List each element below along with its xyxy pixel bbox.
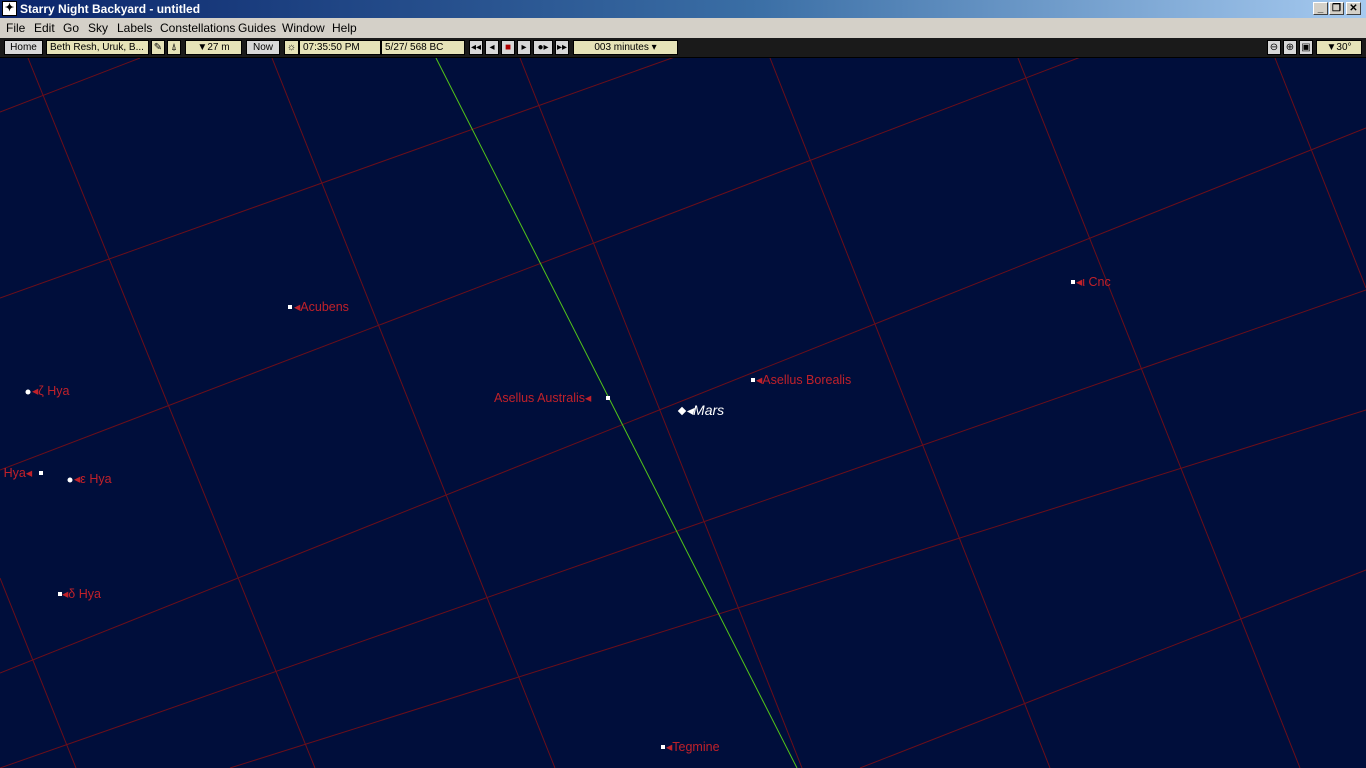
star-label-iota-cnc: ◂ι Cnc: [1076, 275, 1111, 289]
stop-icon[interactable]: ■: [501, 40, 515, 55]
sky-view[interactable]: ◂Acubens ◂ζ Hya ρ Hya◂ ◂ε Hya ◂δ Hya Ase…: [0, 58, 1366, 768]
grid-line: [0, 577, 77, 768]
star-label-zeta-hya: ◂ζ Hya: [32, 384, 70, 398]
elevation-field[interactable]: ▼27 m: [185, 40, 242, 55]
grid-line: [0, 58, 674, 299]
menu-file[interactable]: File: [6, 18, 25, 38]
ecliptic-line: [435, 58, 798, 768]
date-field[interactable]: 5/27/ 568 BC: [381, 40, 465, 55]
restore-button[interactable]: ❐: [1329, 2, 1344, 15]
star-label-delta-hya: ◂δ Hya: [62, 587, 101, 601]
star-asellus-borealis[interactable]: [751, 378, 755, 382]
star-iota-cnc[interactable]: [1071, 280, 1075, 284]
step-back-fast-icon[interactable]: ◂◂: [469, 40, 483, 55]
elevation-icon[interactable]: ⍋: [167, 40, 181, 55]
menu-labels[interactable]: Labels: [117, 18, 152, 38]
zoom-fit-icon[interactable]: ▣: [1299, 40, 1313, 55]
edit-location-icon[interactable]: ✎: [151, 40, 165, 55]
planet-mars[interactable]: [677, 406, 687, 416]
menu-bar: File Edit Go Sky Labels Constellations G…: [0, 18, 1366, 38]
play-icon[interactable]: ▸: [517, 40, 531, 55]
app-telescope-icon: ✦: [2, 1, 17, 16]
menu-go[interactable]: Go: [63, 18, 79, 38]
star-label-rho-hya: ρ Hya◂: [0, 466, 33, 480]
minimize-button[interactable]: _: [1313, 2, 1328, 15]
time-step-value: 003 minutes: [594, 42, 649, 53]
star-asellus-australis[interactable]: [606, 396, 610, 400]
star-zeta-hya[interactable]: [25, 389, 31, 395]
now-button[interactable]: Now: [246, 40, 280, 55]
menu-edit[interactable]: Edit: [34, 18, 55, 38]
menu-sky[interactable]: Sky: [88, 18, 108, 38]
grid-line: [27, 58, 316, 768]
star-tegmine[interactable]: [661, 745, 665, 749]
grid-line: [271, 58, 556, 768]
zoom-out-icon[interactable]: ⊖: [1267, 40, 1281, 55]
chevron-down-icon: ▾: [651, 42, 657, 53]
grid-line: [859, 569, 1366, 768]
planet-label-mars: ◂Mars: [686, 402, 725, 418]
star-label-acubens: ◂Acubens: [294, 300, 349, 314]
grid-line: [769, 58, 1051, 768]
menu-help[interactable]: Help: [332, 18, 357, 38]
star-epsilon-hya[interactable]: [67, 477, 73, 483]
star-label-epsilon-hya: ◂ε Hya: [74, 472, 112, 486]
sun-time-icon[interactable]: ☼: [284, 40, 299, 55]
grid-line: [519, 58, 803, 768]
step-back-icon[interactable]: ◂: [485, 40, 499, 55]
window-title: Starry Night Backyard - untitled: [20, 2, 201, 16]
time-step-dropdown[interactable]: 003 minutes ▾: [573, 40, 678, 55]
grid-line: [229, 409, 1366, 768]
grid-line: [0, 58, 141, 113]
zoom-in-icon[interactable]: ⊕: [1283, 40, 1297, 55]
grid-line: [0, 289, 1366, 768]
menu-window[interactable]: Window: [282, 18, 325, 38]
step-forward-icon[interactable]: ▸▸: [555, 40, 569, 55]
sky-chart: [0, 58, 1366, 768]
title-bar: ✦ Starry Night Backyard - untitled _ ❐ ✕: [0, 0, 1366, 18]
star-label-asellus-borealis: ◂Asellus Borealis: [756, 373, 852, 387]
menu-guides[interactable]: Guides: [238, 18, 276, 38]
play-forward-icon[interactable]: ●▸: [533, 40, 553, 55]
fov-dropdown[interactable]: ▼30°: [1316, 40, 1362, 55]
grid-line: [0, 127, 1366, 674]
close-button[interactable]: ✕: [1346, 2, 1361, 15]
home-button[interactable]: Home: [4, 40, 43, 55]
star-rho-hya[interactable]: [39, 471, 43, 475]
star-acubens[interactable]: [288, 305, 292, 309]
time-field[interactable]: 07:35:50 PM: [299, 40, 381, 55]
star-label-asellus-australis: Asellus Australis◂: [494, 391, 592, 405]
location-field[interactable]: Beth Resh, Uruk, B...: [46, 40, 149, 55]
star-markers: [25, 280, 1075, 749]
menu-constellations[interactable]: Constellations: [160, 18, 235, 38]
star-label-tegmine: ◂Tegmine: [666, 740, 720, 754]
grid-line: [1017, 58, 1301, 768]
toolbar: Home Beth Resh, Uruk, B... ✎ ⍋ ▼27 m Now…: [0, 38, 1366, 58]
grid-line: [1274, 58, 1366, 289]
